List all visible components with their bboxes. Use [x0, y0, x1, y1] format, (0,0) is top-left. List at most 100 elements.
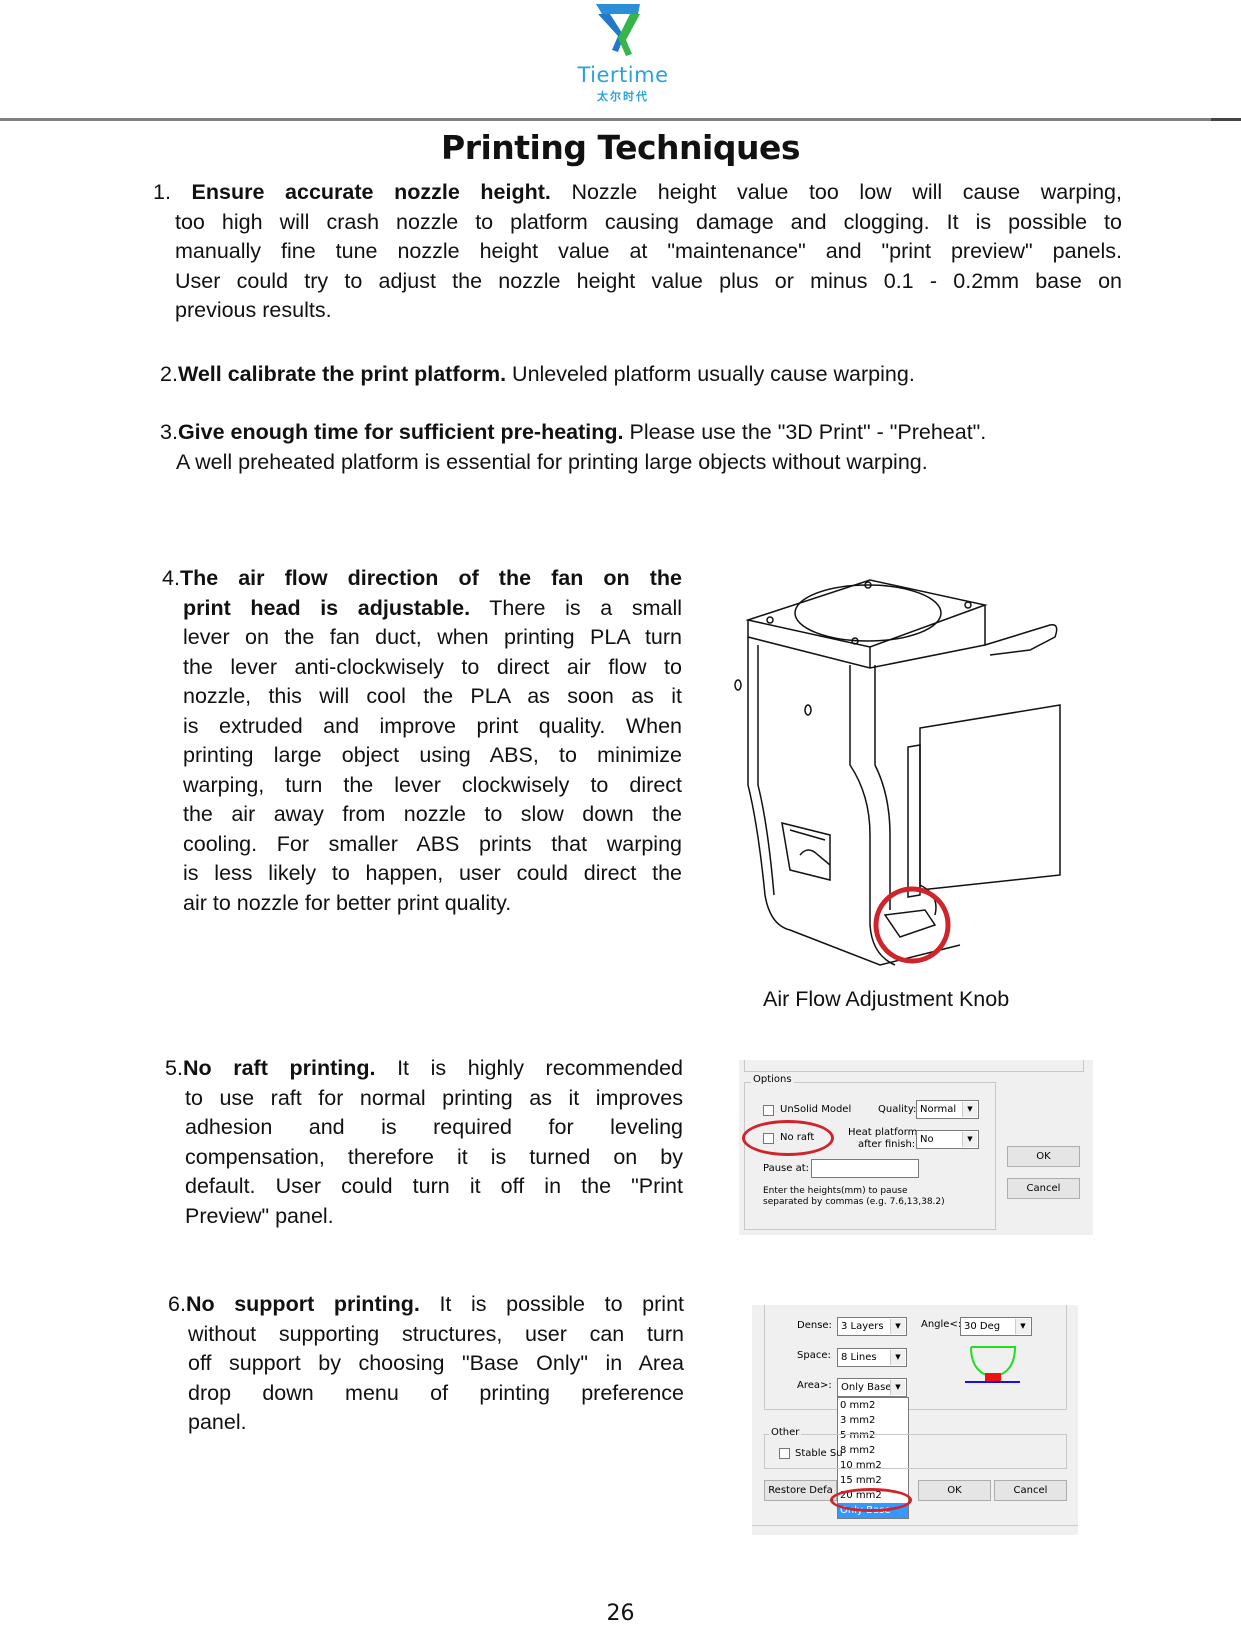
tip-text: Preview" panel.: [185, 1203, 334, 1228]
page-title: Printing Techniques: [441, 128, 800, 167]
tip-3: 3.Give enough time for sufficient pre-he…: [160, 418, 1140, 477]
tip-number: 2.: [160, 362, 178, 386]
header-divider: [0, 118, 1211, 121]
pause-at-input[interactable]: [811, 1159, 919, 1178]
tip-title: No support printing.: [185, 1292, 420, 1316]
tip-text: previous results.: [175, 298, 332, 322]
tip-number: 1.: [153, 180, 171, 204]
restore-defaults-button[interactable]: Restore Defa: [764, 1480, 837, 1501]
no-raft-highlight: [742, 1120, 834, 1156]
tip-title: No raft printing.: [182, 1056, 376, 1080]
angle-select[interactable]: 30 Deg ▼: [960, 1317, 1032, 1336]
page-number: 26: [606, 1601, 635, 1626]
tip-title: Give enough time for sufficient pre-heat…: [177, 420, 624, 444]
quality-value: Normal: [920, 1104, 957, 1115]
tip-2: 2.Well calibrate the print platform. Unl…: [160, 360, 1120, 390]
other-group-label: Other: [769, 1427, 802, 1438]
tip-4: 4.The air flow direction of the fan on t…: [162, 564, 682, 918]
tip-text: There is a small: [470, 595, 682, 620]
heat-platform-label: Heat platform: [848, 1127, 918, 1138]
tip-6: 6.No support printing. It is possible to…: [168, 1290, 684, 1438]
tip-text: cooling. For smaller ABS prints that war…: [183, 831, 682, 856]
dense-value: 3 Layers: [841, 1321, 884, 1332]
chevron-down-icon: ▼: [962, 1102, 977, 1117]
tip-text: off support by choosing "Base Only" in A…: [188, 1351, 684, 1375]
ok-button[interactable]: OK: [918, 1480, 991, 1501]
print-head-drawing: [734, 579, 1061, 966]
options-group-label: Options: [751, 1074, 794, 1085]
heat-platform-value: No: [920, 1134, 934, 1145]
dropdown-option[interactable]: 15 mm2: [838, 1473, 908, 1488]
tip-text: default. User could turn it off in the "…: [185, 1174, 683, 1198]
tip-5: 5.No raft printing. It is highly recomme…: [165, 1054, 683, 1231]
pause-hint-2: separated by commas (e.g. 7.6,13,38.2): [763, 1197, 945, 1207]
chevron-down-icon: ▼: [890, 1380, 905, 1395]
tip-text: A well preheated platform is essential f…: [176, 449, 928, 474]
dropdown-option[interactable]: 3 mm2: [838, 1413, 908, 1428]
tip-text: User could try to adjust the nozzle heig…: [175, 268, 1122, 293]
area-label: Area>:: [797, 1380, 832, 1391]
stable-support-label: Stable Su: [795, 1448, 843, 1459]
chevron-down-icon: ▼: [962, 1132, 977, 1147]
tip-text: the air away from nozzle to slow down th…: [183, 802, 682, 826]
tip-text: compensation, therefore it is turned on …: [185, 1144, 683, 1169]
unsolid-model-label: UnSolid Model: [780, 1104, 852, 1115]
tip-title: Ensure accurate nozzle height.: [191, 180, 551, 204]
dialog-bottom-edge: [752, 1525, 1078, 1526]
chevron-down-icon: ▼: [890, 1319, 905, 1334]
heat-platform-label-2: after finish:: [858, 1139, 916, 1150]
tip-text: to use raft for normal printing as it im…: [185, 1085, 683, 1110]
tip-text: Please use the "3D Print" - "Preheat".: [623, 420, 987, 444]
tip-text: is less likely to happen, user could dir…: [183, 861, 682, 885]
tip-text: printing large object using ABS, to mini…: [183, 743, 682, 767]
tip-text: manually fine tune nozzle height value a…: [175, 239, 1122, 263]
chevron-down-icon: ▼: [890, 1350, 905, 1365]
heat-platform-select[interactable]: No ▼: [916, 1130, 979, 1149]
tiertime-logo: Tiertime 太尔时代: [560, 0, 680, 110]
dense-label: Dense:: [797, 1320, 832, 1331]
only-base-highlight: [830, 1488, 912, 1512]
tip-title: Well calibrate the print platform.: [177, 362, 507, 386]
pause-hint-1: Enter the heights(mm) to pause: [763, 1186, 908, 1196]
upper-group: [744, 1060, 1084, 1072]
ok-button[interactable]: OK: [1007, 1146, 1080, 1167]
tip-text: Nozzle height value too low will cause w…: [550, 180, 1122, 204]
tip-text: It is highly recommended: [375, 1056, 683, 1080]
tip-text: Unleveled platform usually cause warping…: [506, 362, 915, 386]
cancel-button[interactable]: Cancel: [1007, 1178, 1080, 1199]
dense-select[interactable]: 3 Layers ▼: [837, 1317, 907, 1336]
tip-number: 3.: [160, 420, 178, 444]
space-label: Space:: [797, 1350, 831, 1361]
area-value: Only Base: [841, 1382, 892, 1393]
quality-label: Quality:: [878, 1104, 917, 1115]
angle-label: Angle<:: [921, 1319, 962, 1330]
tip-text: adhesion and is required for leveling: [185, 1115, 683, 1139]
header-divider-accent: [1211, 118, 1241, 121]
print-options-dialog: Options UnSolid Model Quality: Normal ▼ N…: [739, 1060, 1093, 1235]
knob-highlight-circle: [873, 886, 951, 964]
tip-text: lever on the fan duct, when printing PLA…: [183, 625, 682, 649]
tip-text: nozzle, this will cool the PLA as soon a…: [183, 684, 682, 708]
brand-name-cn: 太尔时代: [597, 90, 649, 103]
stable-support-checkbox[interactable]: [779, 1448, 790, 1459]
unsolid-model-checkbox[interactable]: [763, 1105, 774, 1116]
tip-title: print head is adjustable.: [183, 595, 471, 620]
chevron-down-icon: ▼: [1015, 1319, 1030, 1334]
support-preferences-dialog: Dense: 3 Layers ▼ Angle<: 30 Deg ▼ Space: …: [752, 1305, 1078, 1535]
figure-caption: Air Flow Adjustment Knob: [763, 987, 1010, 1011]
tip-title: The air flow direction of the fan on the: [179, 566, 682, 590]
support-preview-icon: [965, 1346, 1020, 1383]
tip-number: 5.: [165, 1056, 183, 1080]
tip-number: 4.: [162, 566, 180, 590]
quality-select[interactable]: Normal ▼: [916, 1100, 979, 1119]
brand-name: Tiertime: [577, 63, 669, 87]
space-select[interactable]: 8 Lines ▼: [837, 1348, 907, 1367]
cancel-button[interactable]: Cancel: [994, 1480, 1067, 1501]
dropdown-option[interactable]: 0 mm2: [838, 1398, 908, 1413]
angle-value: 30 Deg: [964, 1321, 1001, 1332]
area-select[interactable]: Only Base ▼: [837, 1378, 907, 1397]
tiertime-logo-icon: [596, 4, 640, 56]
tip-1: 1. Ensure accurate nozzle height. Nozzle…: [153, 178, 1122, 326]
tip-text: the lever anti-clockwisely to direct air…: [183, 654, 682, 679]
tip-text: It is possible to print: [419, 1292, 684, 1316]
